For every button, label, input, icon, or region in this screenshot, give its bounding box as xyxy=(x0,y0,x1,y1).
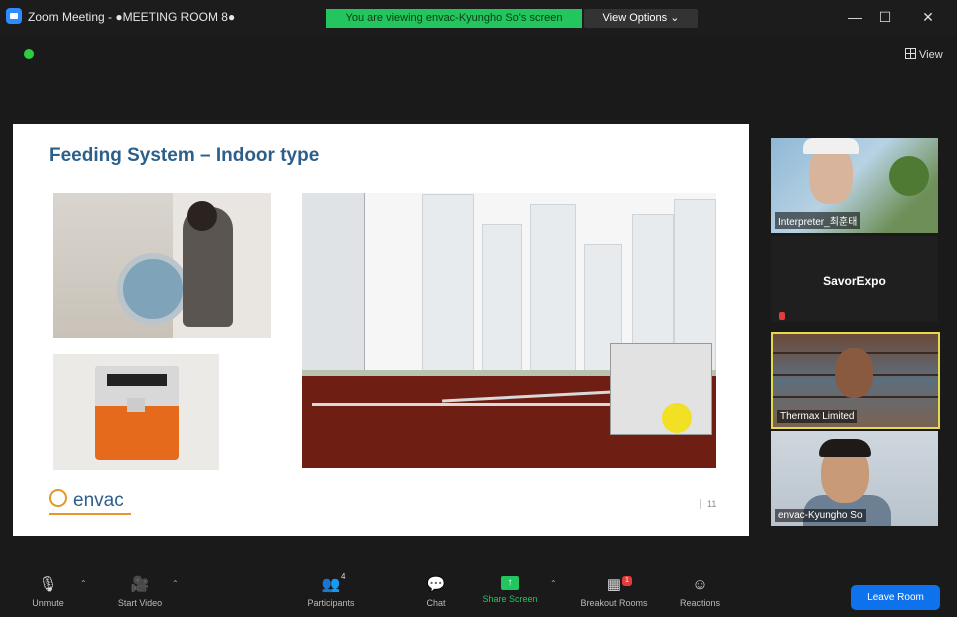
envac-logo: envac xyxy=(49,489,124,512)
share-screen-icon: ↑ xyxy=(501,576,519,590)
minimize-button[interactable]: — xyxy=(842,8,868,26)
grid-icon xyxy=(905,48,916,59)
maximize-button[interactable]: ☐ xyxy=(872,8,898,26)
audio-options-caret-icon[interactable]: ⌃ xyxy=(80,579,87,588)
share-options-caret-icon[interactable]: ⌃ xyxy=(550,579,557,588)
participants-icon: 👥 xyxy=(321,576,341,593)
breakout-rooms-button[interactable]: ▦ 1 Breakout Rooms xyxy=(570,570,658,617)
close-button[interactable]: ✕ xyxy=(915,8,941,26)
encryption-shield-icon[interactable] xyxy=(24,49,34,59)
reaction-smiley-icon: ☺ xyxy=(692,576,708,593)
microphone-muted-icon: 🎙 xyxy=(38,576,58,593)
breakout-badge: 1 xyxy=(622,576,632,586)
participant-tile[interactable]: SavorExpo xyxy=(771,236,938,322)
video-off-icon: 🎥 xyxy=(130,576,150,593)
view-options-button[interactable]: View Options ⌄ xyxy=(584,9,698,28)
building-pipe-illustration xyxy=(302,193,716,468)
window-title-bar: Zoom Meeting - ●MEETING ROOM 8● You are … xyxy=(0,0,957,36)
share-screen-button[interactable]: ↑ Share Screen xyxy=(478,570,542,617)
participant-name: SavorExpo xyxy=(823,274,886,288)
participants-button[interactable]: 👥 4 Participants xyxy=(300,570,362,617)
zoom-app-icon xyxy=(6,8,22,24)
participants-count: 4 xyxy=(341,572,346,581)
reactions-button[interactable]: ☺ Reactions xyxy=(672,570,728,617)
leave-room-button[interactable]: Leave Room xyxy=(851,585,940,610)
participant-name: Interpreter_최훈태 xyxy=(775,212,861,229)
view-label: View xyxy=(919,49,943,61)
breakout-rooms-icon: ▦ xyxy=(606,576,622,593)
chat-button[interactable]: 💬 Chat xyxy=(418,570,454,617)
unmute-button[interactable]: 🎙 Unmute xyxy=(22,570,74,617)
participant-name: Thermax Limited xyxy=(777,410,858,423)
video-options-caret-icon[interactable]: ⌃ xyxy=(172,579,179,588)
slide-title: Feeding System – Indoor type xyxy=(49,145,320,166)
start-video-button[interactable]: 🎥 Start Video xyxy=(104,570,176,617)
chat-bubble-icon: 💬 xyxy=(426,576,446,593)
participant-tile[interactable]: envac-Kyungho So xyxy=(771,431,938,526)
logo-text: envac xyxy=(73,490,124,511)
meeting-toolbar: 🎙 Unmute ⌃ 🎥 Start Video ⌃ 👥 4 Participa… xyxy=(0,570,957,617)
view-layout-button[interactable]: View xyxy=(905,48,943,61)
photo-woman-loading-chute xyxy=(53,193,271,338)
window-title: Zoom Meeting - ●MEETING ROOM 8● xyxy=(28,10,236,24)
participant-tile-active-speaker[interactable]: Thermax Limited xyxy=(771,332,940,429)
participant-tile[interactable]: Interpreter_최훈태 xyxy=(771,138,938,233)
viewing-screen-banner: You are viewing envac-Kyungho So's scree… xyxy=(326,9,582,28)
slide-page-number: 11 xyxy=(700,499,716,509)
shared-screen-slide: Feeding System – Indoor type envac 11 xyxy=(13,124,749,536)
muted-mic-icon xyxy=(779,312,785,320)
photo-control-panel xyxy=(53,354,219,470)
envac-logo-icon xyxy=(49,489,67,507)
participant-name: envac-Kyungho So xyxy=(775,509,866,522)
